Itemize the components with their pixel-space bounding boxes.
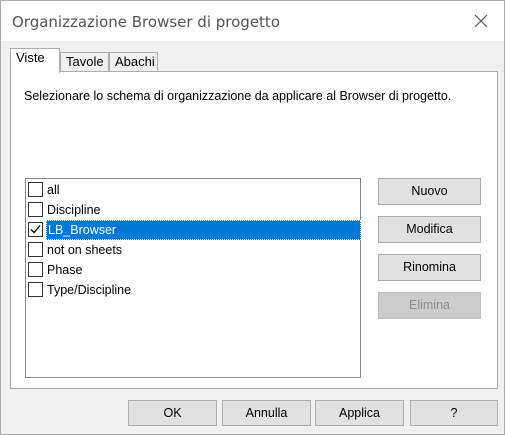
list-item[interactable]: Discipline [27, 200, 361, 220]
instruction-text: Selezionare lo schema di organizzazione … [24, 89, 452, 103]
rename-button[interactable]: Rinomina [378, 254, 481, 281]
list-item-label: Discipline [47, 203, 101, 217]
checkbox[interactable] [28, 242, 43, 257]
list-item-label: not on sheets [47, 243, 123, 257]
close-icon [474, 14, 488, 28]
tab-viste[interactable]: Viste [10, 48, 60, 73]
tab-label: Abachi [115, 54, 155, 69]
list-item[interactable]: Phase [27, 260, 361, 280]
close-button[interactable] [466, 7, 496, 35]
tab-label: Viste [16, 50, 45, 65]
delete-button[interactable]: Elimina [378, 292, 481, 319]
tab-abachi[interactable]: Abachi [109, 52, 158, 72]
checkbox[interactable] [28, 262, 43, 277]
checkbox[interactable] [28, 182, 43, 197]
list-item[interactable]: not on sheets [27, 240, 361, 260]
checkbox[interactable] [28, 282, 43, 297]
list-item-label: all [47, 183, 60, 197]
new-button[interactable]: Nuovo [378, 178, 481, 205]
apply-button[interactable]: Applica [315, 400, 404, 426]
tab-label: Tavole [66, 54, 104, 69]
list-item-label: Phase [47, 263, 83, 277]
checkbox[interactable] [28, 202, 43, 217]
dialog-window: Organizzazione Browser di progetto Viste… [0, 0, 505, 435]
checkbox-checked[interactable] [28, 222, 43, 237]
checkmark-icon [30, 225, 41, 234]
title-bar: Organizzazione Browser di progetto [1, 1, 504, 41]
tab-panel-viste: Selezionare lo schema di organizzazione … [10, 71, 498, 389]
list-item-selected[interactable]: LB_Browser [27, 220, 361, 240]
window-title: Organizzazione Browser di progetto [12, 13, 280, 31]
list-item[interactable]: Type/Discipline [27, 280, 361, 300]
list-item-label: LB_Browser [46, 220, 361, 240]
scheme-list[interactable]: all Discipline LB_Browser not on sheets [25, 178, 361, 378]
edit-button[interactable]: Modifica [378, 216, 481, 243]
list-item[interactable]: all [27, 180, 361, 200]
ok-button[interactable]: OK [128, 400, 217, 426]
list-item-label: Type/Discipline [47, 283, 132, 297]
help-button[interactable]: ? [410, 400, 498, 426]
cancel-button[interactable]: Annulla [222, 400, 311, 426]
tab-tavole[interactable]: Tavole [60, 52, 109, 72]
